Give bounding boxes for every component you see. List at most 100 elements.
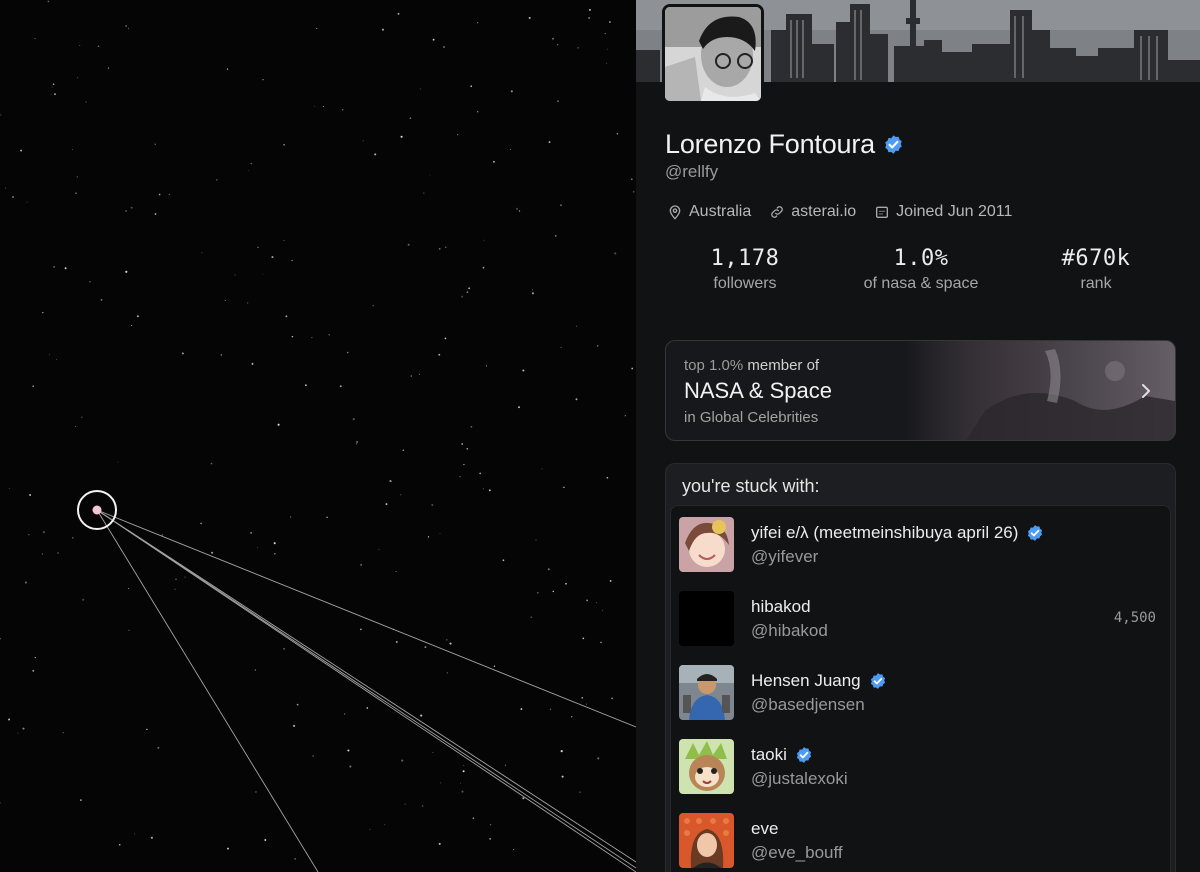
star: [601, 609, 604, 611]
star: [446, 672, 448, 674]
star: [440, 782, 442, 784]
star: [355, 443, 358, 445]
star: [504, 764, 506, 766]
verified-badge-icon: [796, 747, 811, 763]
star: [175, 578, 177, 580]
star: [438, 248, 441, 250]
connection-line: [96, 509, 636, 872]
star: [47, 0, 50, 3]
star: [52, 83, 55, 85]
star-field: [0, 0, 635, 860]
star: [552, 37, 554, 40]
profile-name: Lorenzo Fontoura: [665, 128, 875, 159]
rank-card-context: in Global Celebrities: [684, 409, 819, 426]
list-item[interactable]: Hensen Juang @basedjensen: [671, 665, 1170, 739]
list-item[interactable]: yifei e/λ (meetmeinshibuya april 26) @yi…: [671, 517, 1170, 591]
star: [133, 833, 135, 835]
star: [366, 707, 369, 709]
star-map-canvas[interactable]: [0, 0, 636, 872]
star: [609, 579, 612, 582]
star: [369, 828, 371, 830]
star: [528, 16, 531, 19]
star: [273, 542, 276, 545]
star: [200, 522, 202, 525]
star: [548, 141, 551, 144]
star: [482, 488, 484, 490]
website[interactable]: asterai.io: [769, 203, 856, 221]
star: [254, 790, 257, 793]
star: [466, 447, 469, 450]
star: [384, 824, 386, 826]
star: [304, 384, 307, 387]
connection-lines: [96, 509, 636, 872]
star: [606, 48, 608, 50]
list-item[interactable]: taoki @justalexoki: [671, 739, 1170, 813]
star: [341, 108, 344, 111]
star: [489, 838, 491, 840]
user-name-row: taoki: [751, 745, 813, 765]
star: [157, 746, 160, 749]
star: [596, 602, 598, 604]
website-link[interactable]: asterai.io: [791, 203, 856, 221]
community-rank-card[interactable]: top 1.0% member of NASA & Space in Globa…: [665, 340, 1176, 441]
star: [554, 235, 557, 237]
star: [97, 45, 100, 48]
stat-label: of nasa & space: [863, 275, 979, 292]
user-avatar: [679, 665, 734, 720]
star: [22, 727, 25, 730]
star: [24, 581, 27, 584]
star: [277, 423, 280, 426]
stuck-with-list: yifei e/λ (meetmeinshibuya april 26) @yi…: [670, 505, 1171, 872]
user-name-row: yifei e/λ (meetmeinshibuya april 26): [751, 523, 1044, 543]
location: Australia: [667, 203, 751, 221]
star: [184, 576, 186, 578]
star: [431, 503, 434, 507]
star: [346, 351, 349, 354]
star: [522, 797, 525, 800]
user-handle: @eve_bouff: [751, 843, 843, 862]
star: [262, 273, 264, 275]
star: [409, 117, 412, 119]
star: [482, 266, 485, 269]
star: [311, 337, 313, 339]
star: [410, 375, 413, 377]
star: [125, 270, 128, 273]
rank-card-headline: top 1.0% member of: [684, 357, 819, 374]
star-map[interactable]: [0, 0, 636, 872]
star: [582, 637, 585, 640]
moon-surface-image: [905, 341, 1175, 440]
star: [427, 536, 430, 538]
star: [42, 311, 44, 314]
star: [385, 503, 388, 506]
link-icon: [771, 206, 784, 218]
star: [586, 703, 588, 705]
star: [20, 149, 23, 152]
calendar-icon: [876, 206, 889, 218]
star: [0, 802, 1, 804]
star: [291, 335, 294, 338]
star: [326, 516, 328, 519]
star: [360, 628, 362, 631]
star: [0, 114, 2, 116]
star: [611, 697, 613, 700]
star: [624, 415, 626, 417]
star: [81, 416, 83, 419]
star: [77, 77, 79, 79]
star: [57, 552, 59, 554]
profile-avatar[interactable]: [662, 4, 764, 104]
star: [401, 759, 404, 762]
stuck-with-title: you're stuck with:: [682, 476, 820, 496]
list-item[interactable]: hibakod @hibakod 4,500: [671, 591, 1170, 665]
selected-node[interactable]: [92, 505, 102, 515]
stat-label: rank: [1080, 275, 1112, 292]
user-handle: @basedjensen: [751, 695, 865, 714]
star: [579, 791, 581, 793]
star: [250, 531, 253, 534]
star: [296, 703, 299, 706]
list-item[interactable]: eve @eve_bouff: [671, 813, 1170, 872]
star: [531, 292, 535, 295]
user-name: Hensen Juang: [751, 671, 861, 690]
star: [530, 616, 533, 619]
star: [407, 243, 410, 246]
star: [227, 847, 229, 850]
